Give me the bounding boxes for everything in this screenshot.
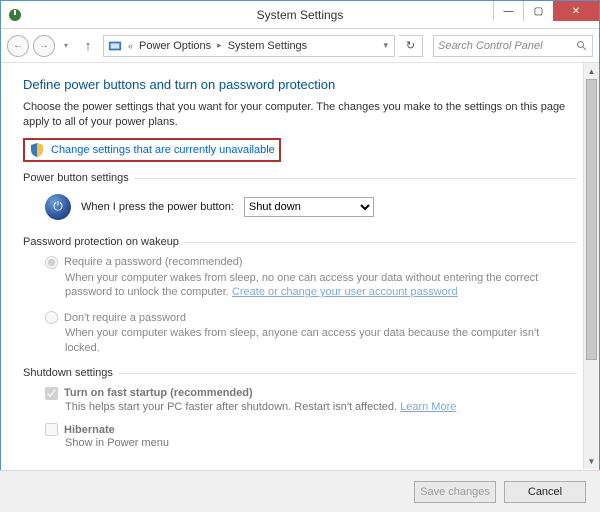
titlebar: System Settings — ▢ ✕ xyxy=(1,1,599,29)
power-button-row: ⏻ When I press the power button: Shut do… xyxy=(23,186,577,230)
breadcrumb-root-sep: « xyxy=(126,41,135,51)
breadcrumb-power-options[interactable]: Power Options xyxy=(139,40,211,52)
power-button-label: When I press the power button: xyxy=(81,201,234,213)
change-settings-row: Change settings that are currently unava… xyxy=(23,138,281,162)
cancel-button[interactable]: Cancel xyxy=(504,481,586,503)
no-password-radio[interactable]: Don't require a password xyxy=(45,311,577,324)
maximize-button[interactable]: ▢ xyxy=(523,1,553,21)
address-dropdown[interactable]: ▾ xyxy=(381,40,390,51)
forward-button[interactable]: → xyxy=(33,35,55,57)
power-options-icon xyxy=(7,7,23,23)
power-button-select[interactable]: Shut down xyxy=(244,197,374,217)
learn-more-link[interactable]: Learn More xyxy=(400,401,456,413)
fast-startup-block: Turn on fast startup (recommended) This … xyxy=(23,381,577,417)
fast-startup-checkbox[interactable]: Turn on fast startup (recommended) xyxy=(45,387,577,400)
hibernate-desc: Show in Power menu xyxy=(45,436,577,451)
require-password-block: Require a password (recommended) When yo… xyxy=(23,250,577,306)
chevron-right-icon: ▸ xyxy=(215,40,224,51)
address-bar[interactable]: « Power Options ▸ System Settings ▾ xyxy=(103,35,395,57)
search-placeholder: Search Control Panel xyxy=(438,40,543,52)
minimize-button[interactable]: — xyxy=(493,1,523,21)
shield-icon xyxy=(29,142,45,158)
scroll-track[interactable] xyxy=(584,79,599,453)
history-dropdown[interactable]: ▾ xyxy=(59,35,73,57)
navbar: ← → ▾ ↑ « Power Options ▸ System Setting… xyxy=(1,29,599,63)
hibernate-block: Hibernate Show in Power menu xyxy=(23,417,577,453)
hibernate-label: Hibernate xyxy=(64,424,115,436)
footer: Save changes Cancel xyxy=(0,470,600,512)
change-settings-link[interactable]: Change settings that are currently unava… xyxy=(51,144,275,156)
no-password-desc: When your computer wakes from sleep, any… xyxy=(45,326,577,355)
hibernate-checkbox[interactable]: Hibernate xyxy=(45,423,577,436)
window-controls: — ▢ ✕ xyxy=(493,1,599,21)
page-description: Choose the power settings that you want … xyxy=(23,100,577,130)
fast-startup-desc: This helps start your PC faster after sh… xyxy=(45,400,577,415)
close-button[interactable]: ✕ xyxy=(553,1,599,21)
refresh-button[interactable]: ↻ xyxy=(399,35,423,57)
scroll-up-button[interactable]: ▲ xyxy=(584,63,599,79)
hibernate-input[interactable] xyxy=(45,423,58,436)
power-icon: ⏻ xyxy=(45,194,71,220)
scroll-down-button[interactable]: ▼ xyxy=(584,453,599,469)
require-password-input[interactable] xyxy=(45,256,58,269)
page-heading: Define power buttons and turn on passwor… xyxy=(23,77,577,92)
require-password-desc: When your computer wakes from sleep, no … xyxy=(45,271,577,300)
scroll-thumb[interactable] xyxy=(586,79,597,360)
fast-startup-label: Turn on fast startup (recommended) xyxy=(64,387,253,399)
require-password-radio[interactable]: Require a password (recommended) xyxy=(45,256,577,269)
no-password-label: Don't require a password xyxy=(64,312,186,324)
power-button-section-label: Power button settings xyxy=(23,172,577,184)
window-title: System Settings xyxy=(257,8,344,22)
save-changes-button[interactable]: Save changes xyxy=(414,481,496,503)
fast-startup-input[interactable] xyxy=(45,387,58,400)
create-password-link[interactable]: Create or change your user account passw… xyxy=(232,286,458,298)
breadcrumb-system-settings[interactable]: System Settings xyxy=(228,40,307,52)
search-icon xyxy=(576,40,588,52)
no-password-input[interactable] xyxy=(45,311,58,324)
content-area: Define power buttons and turn on passwor… xyxy=(1,63,599,469)
search-box[interactable]: Search Control Panel xyxy=(433,35,593,57)
vertical-scrollbar[interactable]: ▲ ▼ xyxy=(583,63,599,469)
control-panel-icon xyxy=(108,39,122,53)
require-password-label: Require a password (recommended) xyxy=(64,256,243,268)
no-password-block: Don't require a password When your compu… xyxy=(23,305,577,361)
up-button[interactable]: ↑ xyxy=(77,35,99,57)
back-button[interactable]: ← xyxy=(7,35,29,57)
shutdown-section-label: Shutdown settings xyxy=(23,367,577,379)
password-section-label: Password protection on wakeup xyxy=(23,236,577,248)
